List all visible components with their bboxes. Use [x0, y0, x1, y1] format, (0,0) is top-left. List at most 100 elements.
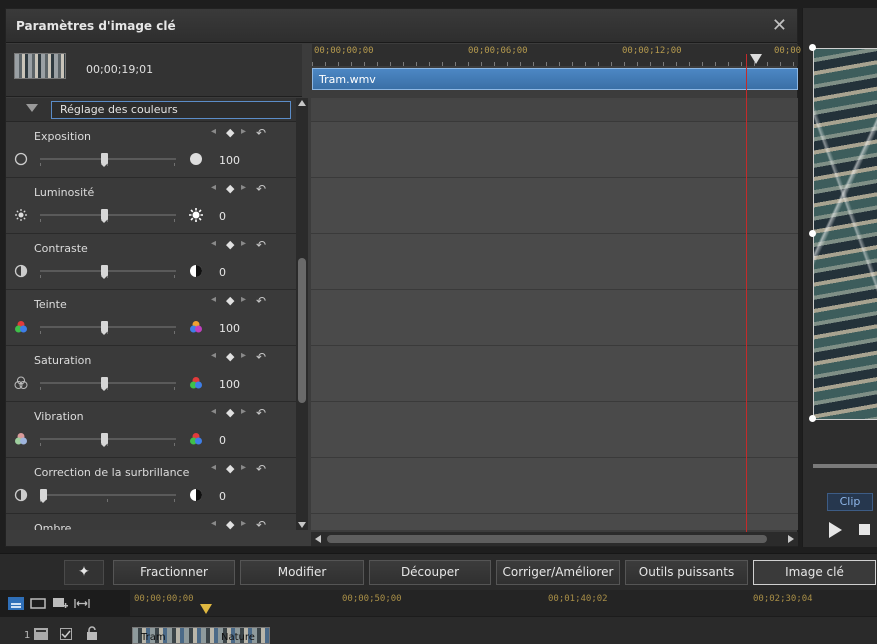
prev-keyframe-icon[interactable]: ◂	[211, 182, 216, 193]
param-slider-track[interactable]	[40, 438, 176, 440]
scroll-left-icon[interactable]	[315, 535, 321, 543]
prev-keyframe-icon[interactable]: ◂	[211, 294, 216, 305]
param-slider-thumb[interactable]	[40, 489, 47, 503]
resize-handle[interactable]	[809, 230, 816, 237]
close-icon[interactable]: ✕	[772, 15, 787, 36]
section-header[interactable]: Réglage des couleurs	[6, 98, 296, 122]
next-keyframe-icon[interactable]: ▸	[241, 182, 246, 193]
add-keyframe-icon[interactable]: ◆	[226, 238, 234, 251]
keyframe-button[interactable]: Image clé	[753, 560, 876, 585]
param-slider-track[interactable]	[40, 326, 176, 328]
lock-icon[interactable]	[86, 626, 98, 640]
section-label[interactable]: Réglage des couleurs	[51, 101, 291, 119]
ruler-tick	[520, 62, 521, 66]
scroll-up-icon[interactable]	[298, 100, 306, 106]
scrollbar-thumb[interactable]	[298, 258, 306, 403]
timeline-clip[interactable]: Tram Nature	[132, 627, 270, 644]
fix-enhance-button[interactable]: Corriger/Améliorer	[496, 560, 620, 585]
prev-keyframe-icon[interactable]: ◂	[211, 406, 216, 417]
param-slider-thumb[interactable]	[101, 153, 108, 167]
prev-keyframe-icon[interactable]: ◂	[211, 350, 216, 361]
slider-ticks	[40, 219, 176, 222]
next-keyframe-icon[interactable]: ▸	[241, 238, 246, 249]
reset-icon[interactable]: ↶	[256, 462, 266, 476]
next-keyframe-icon[interactable]: ▸	[241, 126, 246, 137]
fit-timeline-icon[interactable]	[74, 597, 90, 610]
param-slider-track[interactable]	[40, 214, 176, 216]
param-slider-thumb[interactable]	[101, 321, 108, 335]
storyboard-icon[interactable]	[30, 597, 46, 610]
contrast-high-icon	[189, 488, 203, 502]
keyframe-lanes[interactable]	[311, 98, 798, 570]
reset-icon[interactable]: ↶	[256, 518, 266, 530]
add-keyframe-icon[interactable]: ◆	[226, 462, 234, 475]
param-slider-track[interactable]	[40, 270, 176, 272]
modify-button[interactable]: Modifier	[240, 560, 364, 585]
param-slider-thumb[interactable]	[101, 209, 108, 223]
reset-icon[interactable]: ↶	[256, 126, 266, 140]
scroll-right-icon[interactable]	[788, 535, 794, 543]
collapse-arrow-icon[interactable]	[26, 104, 38, 112]
playhead-handle[interactable]	[750, 54, 762, 64]
add-keyframe-icon[interactable]: ◆	[226, 518, 234, 530]
timeline-label: 00;01;40;02	[548, 594, 608, 604]
magic-tool-button[interactable]: ✦	[64, 560, 104, 585]
split-button[interactable]: Fractionner	[113, 560, 235, 585]
reset-icon[interactable]: ↶	[256, 406, 266, 420]
preview-seekbar[interactable]	[813, 464, 877, 468]
param-slider-thumb[interactable]	[101, 433, 108, 447]
keyframe-ruler[interactable]: 00;00;00;00 00;00;06;00 00;00;12;00 00;0…	[312, 44, 801, 66]
param-value: 100	[219, 322, 240, 335]
reset-icon[interactable]: ↶	[256, 350, 266, 364]
next-keyframe-icon[interactable]: ▸	[241, 406, 246, 417]
reset-icon[interactable]: ↶	[256, 294, 266, 308]
ruler-tick	[650, 62, 651, 66]
tab-clip[interactable]: Clip	[827, 493, 873, 511]
horizontal-scrollbar[interactable]	[311, 532, 798, 546]
prev-keyframe-icon[interactable]: ◂	[211, 238, 216, 249]
param-slider-thumb[interactable]	[101, 265, 108, 279]
prev-keyframe-icon[interactable]: ◂	[211, 462, 216, 473]
contrast-low-icon	[14, 264, 28, 278]
next-keyframe-icon[interactable]: ▸	[241, 294, 246, 305]
ruler-tick	[429, 62, 430, 66]
param-slider-track[interactable]	[40, 158, 176, 160]
param-slider-track[interactable]	[40, 494, 176, 496]
add-keyframe-icon[interactable]: ◆	[226, 406, 234, 419]
resize-handle[interactable]	[809, 415, 816, 422]
timeline-label: 00;00;50;00	[342, 594, 402, 604]
add-keyframe-icon[interactable]: ◆	[226, 350, 234, 363]
prev-keyframe-icon[interactable]: ◂	[211, 126, 216, 137]
clip-track[interactable]: Tram.wmv	[312, 68, 798, 90]
track-icon[interactable]	[34, 628, 48, 640]
add-keyframe-icon[interactable]: ◆	[226, 182, 234, 195]
play-icon[interactable]	[829, 522, 842, 538]
power-tools-button[interactable]: Outils puissants	[625, 560, 748, 585]
vertical-scrollbar[interactable]	[296, 98, 308, 530]
next-keyframe-icon[interactable]: ▸	[241, 462, 246, 473]
trim-button[interactable]: Découper	[369, 560, 491, 585]
resize-handle[interactable]	[809, 44, 816, 51]
timeline-playhead[interactable]	[200, 604, 212, 614]
reset-icon[interactable]: ↶	[256, 238, 266, 252]
param-value: 0	[219, 434, 226, 447]
prev-keyframe-icon[interactable]: ◂	[211, 518, 216, 529]
track-enable-checkbox[interactable]	[60, 628, 72, 640]
next-keyframe-icon[interactable]: ▸	[241, 518, 246, 529]
param-label: Ombre	[34, 522, 72, 530]
track-view-icon[interactable]	[8, 597, 24, 610]
param-label: Vibration	[34, 410, 84, 423]
scrollbar-thumb[interactable]	[327, 535, 767, 543]
add-keyframe-icon[interactable]: ◆	[226, 294, 234, 307]
timeline-ruler[interactable]: 00;00;00;00 00;00;50;00 00;01;40;02 00;0…	[130, 590, 877, 616]
ruler-label: 00;00;12;00	[622, 46, 682, 56]
stop-icon[interactable]	[859, 524, 870, 535]
next-keyframe-icon[interactable]: ▸	[241, 350, 246, 361]
add-keyframe-icon[interactable]: ◆	[226, 126, 234, 139]
scroll-down-icon[interactable]	[298, 522, 306, 528]
param-label: Contraste	[34, 242, 88, 255]
add-track-icon[interactable]	[52, 597, 68, 610]
param-slider-track[interactable]	[40, 382, 176, 384]
reset-icon[interactable]: ↶	[256, 182, 266, 196]
param-slider-thumb[interactable]	[101, 377, 108, 391]
